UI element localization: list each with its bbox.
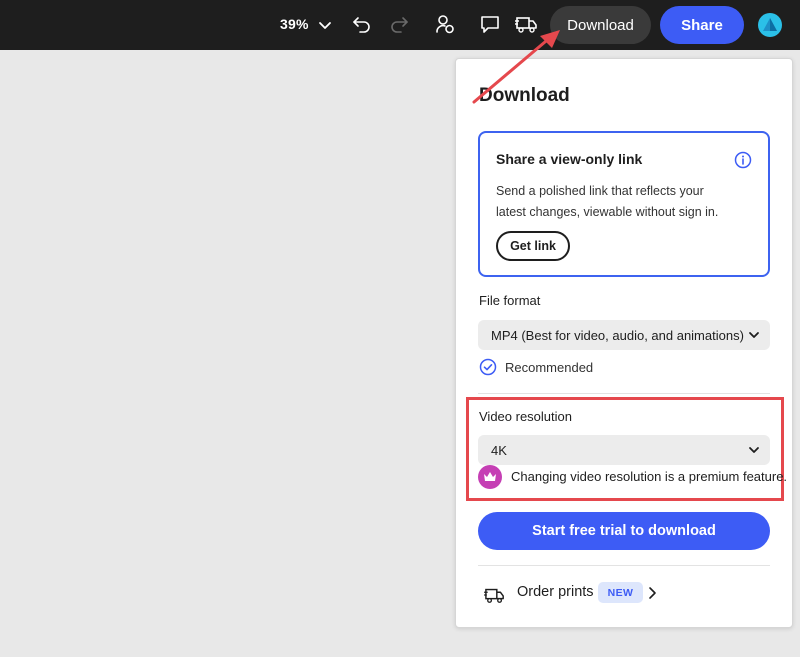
checkmark-circle-icon — [479, 358, 497, 376]
annotation-arrow — [472, 30, 560, 104]
recommended-label: Recommended — [505, 360, 594, 375]
chevron-down-icon — [749, 447, 759, 453]
file-format-select[interactable]: MP4 (Best for video, audio, and animatio… — [478, 320, 770, 350]
video-resolution-label: Video resolution — [479, 409, 572, 424]
collaborate-icon[interactable] — [434, 13, 456, 35]
premium-note: Changing video resolution is a premium f… — [511, 469, 788, 484]
share-card-title: Share a view-only link — [496, 151, 643, 167]
file-format-label: File format — [479, 293, 541, 308]
chevron-down-icon[interactable] — [318, 18, 332, 32]
divider — [478, 393, 770, 394]
redo-icon[interactable] — [389, 14, 409, 34]
top-toolbar: 39% Download Share — [0, 0, 800, 50]
start-free-trial-button[interactable]: Start free trial to download — [478, 512, 770, 550]
premium-crown-icon — [478, 465, 502, 489]
zoom-level[interactable]: 39% — [280, 16, 309, 32]
avatar-logo-icon — [763, 18, 777, 31]
new-badge: NEW — [598, 582, 643, 603]
video-resolution-value: 4K — [491, 442, 507, 458]
info-icon[interactable] — [734, 151, 752, 169]
video-resolution-select[interactable]: 4K — [478, 435, 770, 465]
share-button[interactable]: Share — [660, 6, 744, 44]
truck-icon — [484, 588, 504, 603]
download-panel: Download Share a view-only link Send a p… — [455, 58, 793, 628]
file-format-value: MP4 (Best for video, audio, and animatio… — [491, 327, 744, 343]
chevron-right-icon[interactable] — [646, 586, 658, 600]
get-link-button[interactable]: Get link — [496, 231, 570, 261]
chevron-down-icon — [749, 332, 759, 338]
share-link-card: Share a view-only link Send a polished l… — [478, 131, 770, 277]
divider — [478, 565, 770, 566]
share-card-description: Send a polished link that reflects your … — [496, 184, 719, 219]
order-prints-label[interactable]: Order prints — [517, 584, 594, 600]
avatar[interactable] — [758, 13, 782, 37]
undo-icon[interactable] — [352, 14, 372, 34]
